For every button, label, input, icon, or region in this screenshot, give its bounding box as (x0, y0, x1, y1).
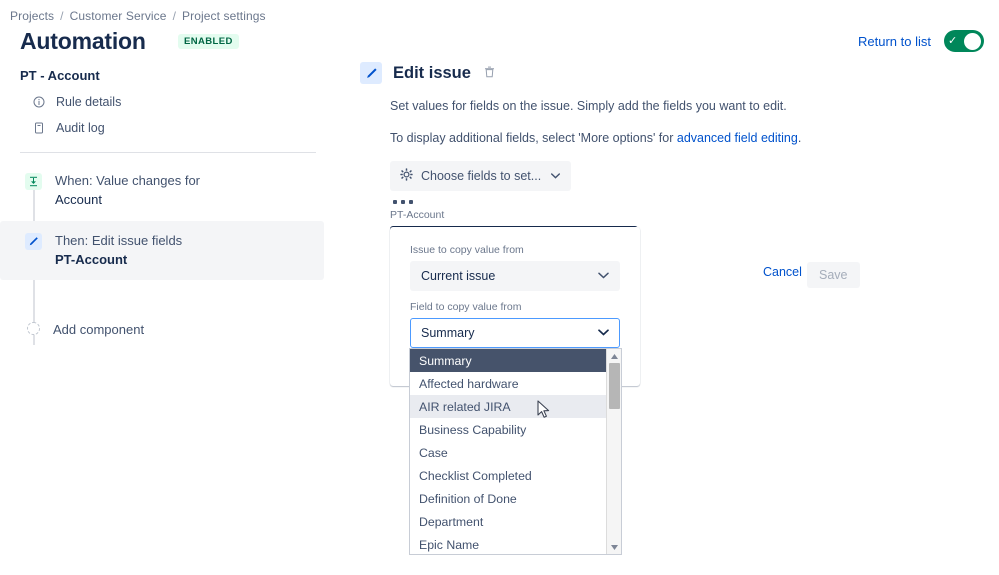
audit-log-icon (32, 122, 45, 135)
field-select-value: Summary (421, 326, 475, 340)
flow-node-when[interactable]: When: Value changes for Account (0, 161, 324, 221)
info-icon (32, 96, 45, 109)
flow-node-then-text: Then: Edit issue fields PT-Account (55, 232, 182, 270)
dropdown-option[interactable]: Checklist Completed (410, 464, 621, 487)
app-root: Projects / Customer Service / Project se… (0, 0, 999, 575)
breadcrumb-separator: / (60, 9, 64, 23)
scroll-down-arrow-icon[interactable] (607, 540, 621, 554)
flow-node-then[interactable]: Then: Edit issue fields PT-Account (0, 220, 324, 281)
status-badge: ENABLED (178, 34, 239, 49)
cancel-button[interactable]: Cancel (763, 265, 802, 279)
flow-node-add-component[interactable]: Add component (0, 310, 324, 351)
return-to-list-link[interactable]: Return to list (858, 34, 931, 49)
chevron-down-icon (598, 327, 609, 339)
sidebar-item-audit-log[interactable]: Audit log (0, 115, 336, 141)
page-title: Automation (20, 28, 146, 54)
breadcrumb-item-project-settings[interactable]: Project settings (182, 9, 266, 23)
dropdown-option[interactable]: AIR related JIRA (410, 395, 621, 418)
flow-node-when-title: When: Value changes for (55, 173, 201, 188)
dot-icon (401, 200, 405, 204)
page-section-title: Edit issue (393, 63, 471, 82)
sidebar: PT - Account Rule details Audit log When… (0, 62, 336, 361)
dropdown-option[interactable]: Definition of Done (410, 487, 621, 510)
gear-icon (400, 167, 413, 184)
dropdown-option[interactable]: Business Capability (410, 418, 621, 441)
scrollbar-thumb[interactable] (609, 363, 620, 409)
mouse-cursor (537, 400, 551, 420)
issue-select-label: Issue to copy value from (410, 244, 524, 256)
dropdown-scrollbar[interactable] (606, 349, 621, 554)
trigger-icon (25, 173, 42, 190)
dot-icon (393, 200, 397, 204)
pencil-icon (25, 232, 42, 250)
description-line-2: To display additional fields, select 'Mo… (390, 129, 980, 148)
check-icon: ✓ (948, 34, 958, 47)
dropdown-option[interactable]: Case (410, 441, 621, 464)
description-prefix: To display additional fields, select 'Mo… (390, 130, 677, 145)
description-line-1: Set values for fields on the issue. Simp… (390, 99, 787, 113)
sidebar-item-label: Audit log (56, 121, 105, 135)
dropdown-option[interactable]: Department (410, 510, 621, 533)
more-actions-button[interactable] (393, 200, 413, 204)
dot-icon (409, 200, 413, 204)
sidebar-item-rule-details[interactable]: Rule details (0, 89, 336, 115)
dropdown-option[interactable]: Affected hardware (410, 372, 621, 395)
rule-enabled-toggle[interactable]: ✓ (944, 30, 984, 52)
flow-node-add-label: Add component (53, 322, 145, 338)
save-button[interactable]: Save (807, 262, 860, 288)
toggle-knob (964, 32, 981, 50)
field-to-copy-from-select[interactable]: Summary (410, 318, 620, 348)
choose-fields-button[interactable]: Choose fields to set... (390, 160, 572, 191)
dropdown-option[interactable]: Summary (410, 349, 621, 372)
breadcrumb-separator: / (172, 9, 176, 23)
breadcrumb-item-projects[interactable]: Projects (10, 9, 54, 23)
breadcrumb: Projects / Customer Service / Project se… (10, 9, 266, 23)
issue-to-copy-from-select[interactable]: Current issue (410, 261, 620, 291)
issue-select-value: Current issue (421, 269, 496, 283)
scroll-up-arrow-icon[interactable] (607, 349, 621, 363)
edit-issue-header: Edit issue (360, 62, 980, 84)
flow-node-then-title: Then: Edit issue fields (55, 232, 183, 248)
advanced-field-editing-link[interactable]: advanced field editing (677, 131, 798, 145)
sidebar-divider (20, 152, 316, 153)
breadcrumb-item-customer-service[interactable]: Customer Service (70, 9, 167, 23)
sidebar-item-label: Rule details (56, 95, 122, 109)
field-group-label: PT-Account (390, 208, 445, 221)
field-select-label: Field to copy value from (410, 301, 522, 313)
pencil-icon (360, 62, 382, 84)
choose-fields-label: Choose fields to set... (421, 168, 542, 183)
flow-node-when-subtitle: Account (55, 191, 102, 207)
sidebar-rule-name: PT - Account (20, 68, 100, 83)
description-suffix: . (797, 130, 802, 145)
trash-icon[interactable] (484, 66, 495, 81)
chevron-down-icon (598, 270, 609, 282)
field-options-list: Summary Affected hardware AIR related JIRA… (410, 349, 621, 554)
flow-node-when-text: When: Value changes for Account (55, 172, 200, 210)
chevron-down-icon (551, 171, 561, 181)
rule-flow: When: Value changes for Account Then: Ed… (0, 161, 336, 361)
field-options-dropdown[interactable]: Summary Affected hardware AIR related JIRA… (409, 348, 622, 555)
dropdown-option[interactable]: Epic Name (410, 533, 621, 554)
flow-node-then-subtitle: PT-Account (55, 251, 128, 267)
add-component-icon (27, 322, 40, 336)
